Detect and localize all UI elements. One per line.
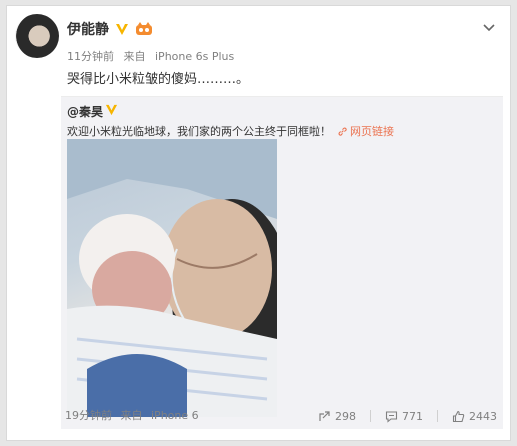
comment-button[interactable]: 771 bbox=[385, 410, 423, 423]
like-button[interactable]: 2443 bbox=[452, 410, 497, 423]
newborn-photo bbox=[67, 139, 277, 417]
like-icon bbox=[452, 410, 465, 423]
source-prefix: 来自 bbox=[123, 50, 146, 63]
action-bar: 298 771 2443 bbox=[318, 410, 497, 423]
repost-text: 欢迎小米粒光临地球，我们家的两个公主终于同框啦！ bbox=[67, 125, 331, 138]
post-source[interactable]: iPhone 6s Plus bbox=[155, 50, 234, 63]
author-name[interactable]: 伊能静 bbox=[67, 19, 109, 39]
member-icon[interactable] bbox=[135, 22, 153, 36]
vip-v-icon bbox=[105, 104, 118, 116]
divider bbox=[437, 410, 438, 422]
weibo-post: 伊能静 11分钟前 来自 iPhone 6s Plus 哭得比小米粒皱的傻妈……… bbox=[6, 5, 511, 441]
avatar[interactable] bbox=[15, 14, 59, 58]
link-icon bbox=[338, 127, 347, 136]
divider bbox=[370, 410, 371, 422]
author-row: 伊能静 bbox=[67, 19, 153, 39]
like-count: 2443 bbox=[469, 410, 497, 423]
repost-time[interactable]: 19分钟前 bbox=[65, 409, 112, 422]
post-text: 哭得比小米粒皱的傻妈………。 bbox=[67, 72, 250, 87]
post-time[interactable]: 11分钟前 bbox=[67, 50, 114, 63]
repost-author[interactable]: @秦昊 bbox=[67, 103, 103, 120]
chevron-down-icon[interactable] bbox=[480, 18, 498, 36]
comment-icon bbox=[385, 411, 398, 423]
web-link-label[interactable]: 网页链接 bbox=[350, 123, 394, 139]
repost-text-row: 欢迎小米粒光临地球，我们家的两个公主终于同框啦！ 网页链接 bbox=[67, 123, 394, 139]
repost-source[interactable]: iPhone 6 bbox=[151, 409, 199, 422]
post-photo[interactable] bbox=[67, 139, 277, 417]
repost-meta: 19分钟前 来自 iPhone 6 bbox=[65, 407, 204, 423]
comment-count: 771 bbox=[402, 410, 423, 423]
share-button[interactable]: 298 bbox=[318, 410, 356, 423]
post-meta: 11分钟前 来自 iPhone 6s Plus bbox=[67, 48, 240, 64]
repost-box: @秦昊 欢迎小米粒光临地球，我们家的两个公主终于同框啦！ 网页链接 19分钟前 … bbox=[61, 96, 503, 429]
vip-v-icon bbox=[116, 24, 128, 35]
share-count: 298 bbox=[335, 410, 356, 423]
web-link[interactable]: 网页链接 bbox=[337, 123, 394, 139]
repost-source-prefix: 来自 bbox=[120, 409, 143, 422]
share-icon bbox=[319, 411, 330, 421]
